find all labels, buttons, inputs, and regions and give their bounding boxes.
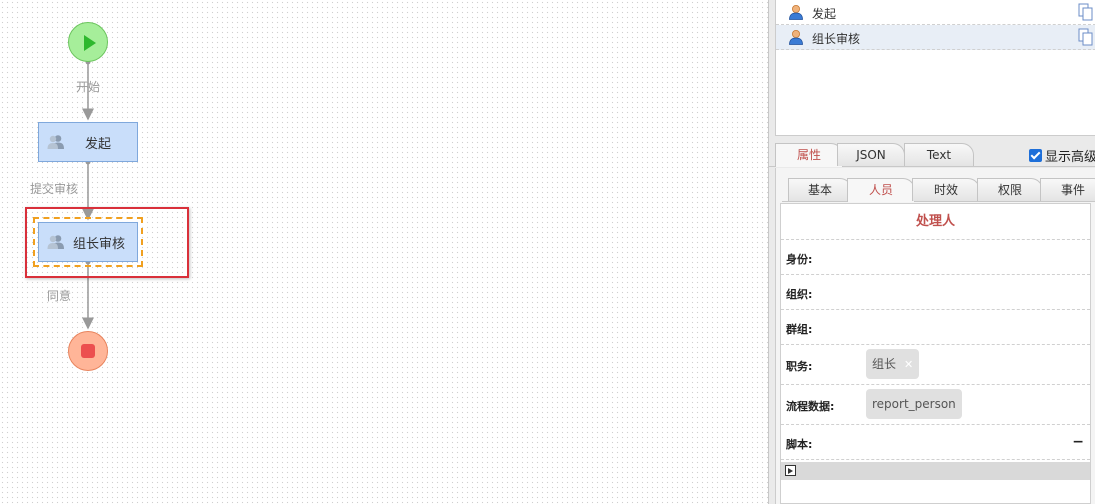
task-node-launch[interactable]: 发起 [38, 122, 138, 162]
activity-item-launch[interactable]: 发起 [776, 0, 1095, 25]
sub-tabbar: 基本 人员 时效 权限 事件 [782, 178, 1095, 202]
agree-link-label[interactable]: 同意 [47, 287, 71, 304]
row-organization[interactable]: 组织: [781, 275, 1090, 310]
start-node[interactable] [68, 22, 108, 62]
identity-label: 身份: [786, 253, 813, 266]
row-script[interactable]: 脚本: − [781, 425, 1090, 460]
expand-icon[interactable] [785, 465, 796, 476]
task-label: 组长审核 [72, 236, 125, 252]
task-label: 发起 [84, 136, 111, 152]
activity-item-leader-review[interactable]: 组长审核 [776, 25, 1095, 50]
copy-icon[interactable] [1078, 28, 1094, 46]
row-duty[interactable]: 职务: 组长 ✕ [781, 345, 1090, 385]
property-area: 基本 人员 时效 权限 事件 处理人 身份: 组织: 群组: 职务: 组长 ✕ [775, 168, 1095, 504]
tab-basic[interactable]: 基本 [788, 178, 852, 201]
activity-label: 发起 [812, 7, 837, 21]
flowdata-label: 流程数据: [786, 400, 835, 413]
flow-canvas[interactable]: 开始 发起 提交审核 组长审核 同意 [0, 0, 768, 504]
duty-label: 职务: [786, 360, 813, 373]
copy-icon[interactable] [1078, 3, 1094, 21]
tab-json[interactable]: JSON [837, 143, 905, 166]
users-icon [47, 235, 64, 249]
end-node[interactable] [68, 331, 108, 371]
start-link-label[interactable]: 开始 [76, 78, 100, 95]
org-label: 组织: [786, 288, 813, 301]
task-node-leader-review[interactable]: 组长审核 [38, 222, 138, 262]
person-icon [789, 30, 803, 45]
stop-icon [81, 344, 95, 358]
checkbox-checked-icon[interactable] [1029, 149, 1042, 162]
group-label: 群组: [786, 323, 813, 336]
duty-chip-label: 组长 [872, 357, 897, 371]
tab-timing[interactable]: 时效 [912, 178, 980, 201]
row-flow-data[interactable]: 流程数据: report_person [781, 385, 1090, 425]
users-icon [47, 135, 64, 149]
row-group[interactable]: 群组: [781, 310, 1090, 345]
submit-link-label[interactable]: 提交审核 [30, 180, 78, 197]
tab-events[interactable]: 事件 [1040, 178, 1095, 201]
tab-permission[interactable]: 权限 [977, 178, 1043, 201]
collapse-icon[interactable]: − [1072, 434, 1084, 450]
person-icon [789, 5, 803, 20]
script-label: 脚本: [786, 438, 813, 451]
script-toolbar [781, 462, 1090, 480]
tab-properties[interactable]: 属性 [775, 143, 843, 167]
tab-text[interactable]: Text [904, 143, 974, 166]
remove-icon[interactable]: ✕ [904, 358, 913, 371]
flowdata-chip[interactable]: report_person [866, 389, 962, 419]
tab-people[interactable]: 人员 [847, 178, 915, 202]
handler-form: 处理人 身份: 组织: 群组: 职务: 组长 ✕ 流程数据: report_per… [780, 203, 1091, 504]
right-panel: 发起 组长审核 属性 JSON Text 显示高级 基本 人员 时效 权限 事件… [768, 0, 1095, 504]
activity-list: 发起 组长审核 [775, 0, 1095, 136]
row-identity[interactable]: 身份: [781, 240, 1090, 275]
play-icon [84, 35, 96, 51]
show-advanced-toggle[interactable]: 显示高级 [1029, 146, 1095, 165]
show-advanced-label: 显示高级 [1045, 150, 1095, 165]
activity-label: 组长审核 [812, 32, 861, 46]
form-title: 处理人 [781, 204, 1090, 240]
duty-chip[interactable]: 组长 ✕ [866, 349, 920, 379]
